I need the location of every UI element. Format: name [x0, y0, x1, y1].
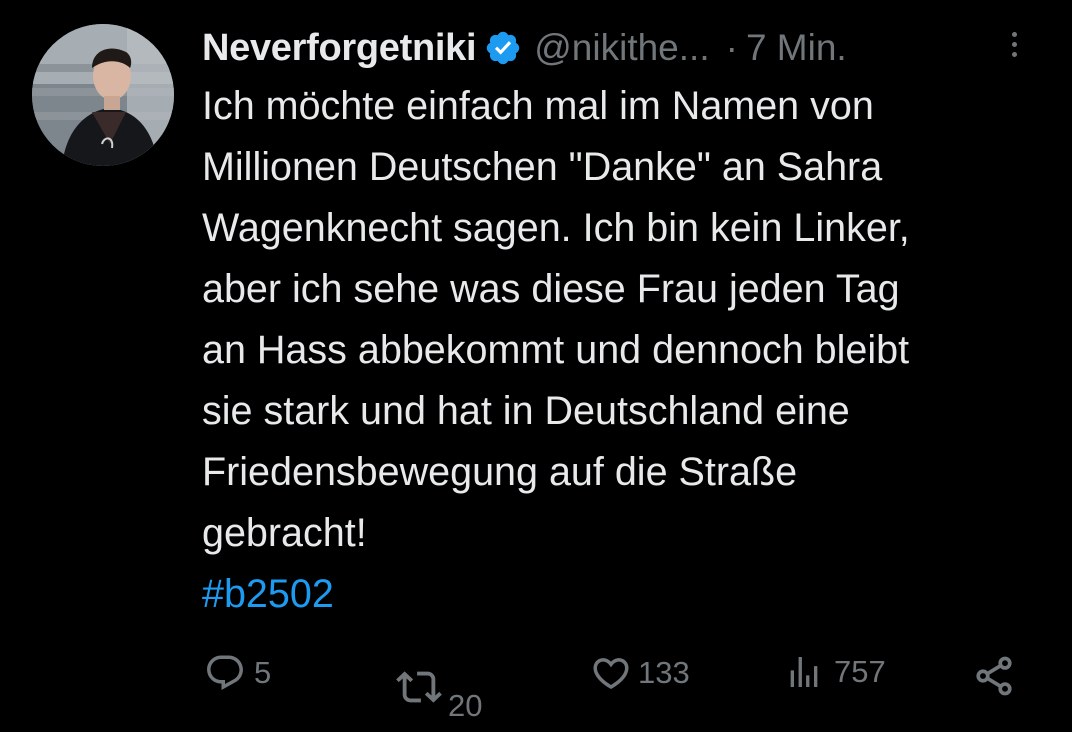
tweet-text-line: Wagenknecht sagen. Ich bin kein Linker, — [202, 206, 910, 250]
avatar-image — [32, 24, 174, 166]
views-chart-icon — [790, 657, 818, 687]
tweet[interactable]: Neverforgetniki @nikithe... · 7 Min. Ich… — [0, 0, 1072, 732]
tweet-header: Neverforgetniki @nikithe... · 7 Min. — [202, 20, 1052, 76]
like-count: 133 — [638, 655, 690, 690]
tweet-text: Ich möchte einfach mal im Namen von Mill… — [202, 76, 1052, 625]
views-button[interactable]: 757 — [784, 652, 886, 692]
like-button[interactable]: 133 — [590, 652, 690, 694]
handle[interactable]: @nikithe... — [534, 27, 709, 69]
tweet-text-line: Millionen Deutschen "Danke" an Sahra — [202, 145, 883, 189]
share-icon — [976, 656, 1012, 696]
retweet-button[interactable]: 20 — [396, 650, 482, 724]
tweet-text-line: Ich möchte einfach mal im Namen von — [202, 84, 874, 128]
heart-icon — [593, 658, 629, 690]
tweet-text-line: Friedensbewegung auf die Straße — [202, 450, 798, 494]
retweet-count: 20 — [448, 688, 483, 723]
share-button[interactable] — [972, 654, 1016, 698]
hashtag-link[interactable]: #b2502 — [202, 564, 1052, 625]
views-count: 757 — [834, 654, 886, 689]
avatar[interactable] — [32, 24, 174, 166]
reply-icon — [207, 655, 243, 690]
action-bar: 5 20 133 757 — [0, 640, 1072, 723]
tweet-text-line: an Hass abbekommt und dennoch bleibt — [202, 328, 910, 372]
tweet-text-line: aber ich sehe was diese Frau jeden Tag — [202, 267, 900, 311]
timestamp[interactable]: 7 Min. — [746, 27, 847, 69]
separator-dot: · — [725, 27, 738, 68]
reply-button[interactable]: 5 — [204, 652, 271, 694]
tweet-text-line: gebracht! — [202, 511, 367, 555]
reply-count: 5 — [254, 655, 272, 690]
display-name[interactable]: Neverforgetniki — [202, 27, 477, 70]
tweet-text-line: sie stark und hat in Deutschland eine — [202, 389, 850, 433]
more-options-icon[interactable] — [1004, 28, 1024, 68]
retweet-icon — [396, 671, 442, 703]
verified-badge-icon — [487, 31, 520, 65]
